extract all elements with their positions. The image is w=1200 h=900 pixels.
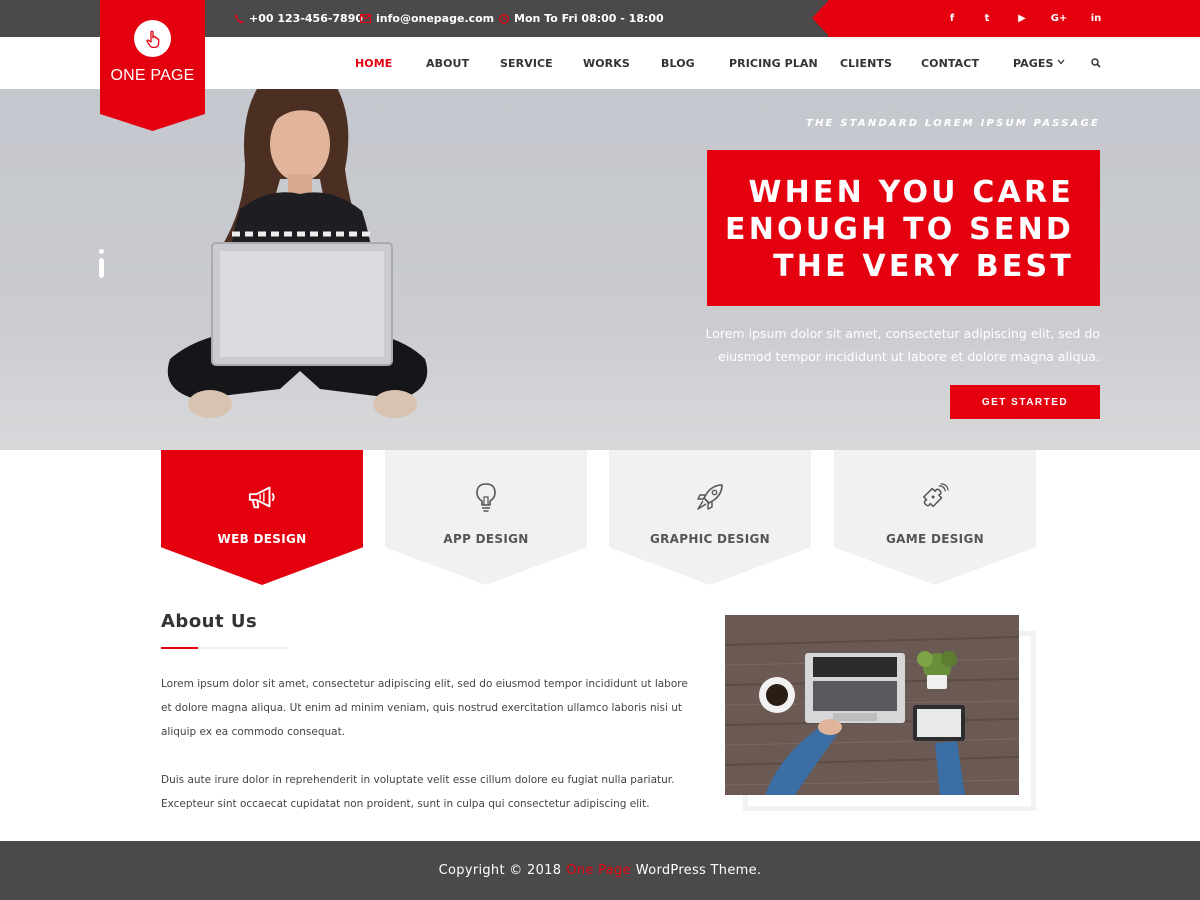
nav-item-pages[interactable]: PAGES bbox=[1013, 37, 1065, 89]
phone-text: +00 123-456-7890 bbox=[249, 12, 364, 25]
about-paragraph: Lorem ipsum dolor sit amet, consectetur … bbox=[161, 678, 688, 738]
about-title: About Us bbox=[161, 611, 258, 632]
nav-item-contact[interactable]: CONTACT bbox=[921, 37, 979, 89]
service-label: GAME DESIGN bbox=[886, 532, 984, 546]
slider-pagination[interactable] bbox=[99, 249, 105, 278]
footer-copyright-prefix: Copyright © 2018 bbox=[438, 863, 562, 878]
service-card-web-design[interactable]: WEB DESIGN bbox=[161, 450, 363, 585]
nav-item-clients[interactable]: CLIENTS bbox=[840, 37, 892, 89]
nav-item-pricing-plan[interactable]: PRICING PLAN bbox=[729, 37, 818, 89]
puzzle-icon bbox=[920, 482, 950, 512]
clock-icon bbox=[499, 13, 509, 24]
footer-copyright-suffix: WordPress Theme. bbox=[635, 863, 762, 878]
lightbulb-icon bbox=[471, 482, 501, 512]
nav-item-home[interactable]: HOME bbox=[355, 37, 392, 89]
hero-headline: WHEN YOU CARE ENOUGH TO SEND THE VERY BE… bbox=[725, 175, 1074, 284]
nav-item-about[interactable]: ABOUT bbox=[426, 37, 469, 89]
social-bar-tip bbox=[812, 0, 829, 36]
twitter-icon[interactable]: t bbox=[977, 0, 997, 37]
about-title-underline-accent bbox=[161, 647, 198, 649]
service-label: GRAPHIC DESIGN bbox=[649, 532, 771, 546]
search-icon[interactable] bbox=[1088, 37, 1104, 89]
service-card-graphic-design[interactable]: GRAPHIC DESIGN bbox=[609, 450, 811, 585]
rocket-icon bbox=[695, 482, 725, 512]
site-footer: Copyright © 2018 One Page WordPress Them… bbox=[0, 841, 1200, 900]
footer-brand-link[interactable]: One Page bbox=[566, 863, 630, 878]
chevron-down-icon bbox=[1057, 58, 1065, 68]
email-contact[interactable]: info@onepage.com bbox=[360, 0, 494, 37]
service-label: APP DESIGN bbox=[443, 532, 529, 546]
hero-lead-text: Lorem ipsum dolor sit amet, consectetur … bbox=[705, 326, 1100, 364]
hours-text: Mon To Fri 08:00 - 18:00 bbox=[514, 12, 664, 25]
phone-icon bbox=[234, 14, 244, 24]
envelope-icon bbox=[360, 14, 371, 23]
nav-item-works[interactable]: WORKS bbox=[583, 37, 630, 89]
hero-kicker: THE STANDARD LOREM IPSUM PASSAGE bbox=[805, 118, 1100, 129]
service-card-app-design[interactable]: APP DESIGN bbox=[385, 450, 587, 585]
logo-text: ONE PAGE bbox=[110, 67, 195, 84]
linkedin-icon[interactable]: in bbox=[1086, 0, 1106, 37]
phone-contact[interactable]: +00 123-456-7890 bbox=[234, 0, 363, 37]
nav-item-service[interactable]: SERVICE bbox=[500, 37, 553, 89]
get-started-button[interactable]: GET STARTED bbox=[950, 385, 1100, 419]
slider-dot-active[interactable] bbox=[99, 258, 104, 278]
hero-headline-box: WHEN YOU CARE ENOUGH TO SEND THE VERY BE… bbox=[707, 150, 1100, 306]
service-card-game-design[interactable]: GAME DESIGN bbox=[834, 450, 1036, 585]
hero-slider: THE STANDARD LOREM IPSUM PASSAGE WHEN YO… bbox=[0, 89, 1200, 450]
google-plus-icon[interactable]: G+ bbox=[1049, 0, 1069, 37]
about-paragraph: Duis aute irure dolor in reprehenderit i… bbox=[161, 774, 675, 810]
nav-item-blog[interactable]: BLOG bbox=[661, 37, 695, 89]
youtube-icon[interactable]: ▶ bbox=[1012, 0, 1032, 37]
email-text: info@onepage.com bbox=[376, 12, 495, 25]
about-workspace-image bbox=[725, 615, 1019, 795]
facebook-icon[interactable]: f bbox=[942, 0, 962, 37]
hours-info: Mon To Fri 08:00 - 18:00 bbox=[499, 0, 664, 37]
service-label: WEB DESIGN bbox=[217, 532, 307, 546]
slider-dot[interactable] bbox=[99, 249, 104, 254]
nav-item-pages-label: PAGES bbox=[1013, 56, 1054, 70]
megaphone-icon bbox=[247, 482, 277, 512]
site-logo[interactable]: ONE PAGE bbox=[100, 0, 205, 131]
hand-pointer-icon bbox=[134, 20, 171, 57]
hero-woman-with-laptop-image bbox=[167, 89, 428, 418]
